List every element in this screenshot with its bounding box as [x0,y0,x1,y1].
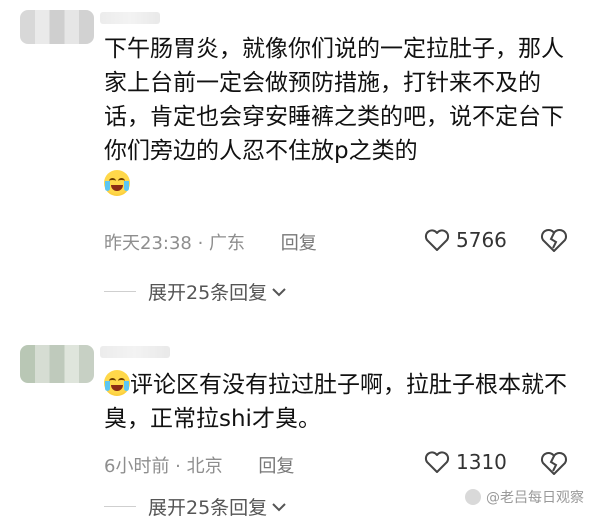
expand-replies-label: 展开25条回复 [148,497,268,519]
reply-button[interactable]: 回复 [258,456,294,477]
comment-body: 评论区有没有拉过肚子啊，拉肚子根本就不臭，正常拉shi才臭。 [104,372,567,432]
comment-meta: 6小时前 · 北京 回复 [104,452,294,478]
heart-icon [424,451,450,473]
avatar[interactable] [20,10,94,44]
username-blurred[interactable] [100,346,170,358]
expand-replies-label: 展开25条回复 [148,282,268,304]
broken-heart-icon[interactable] [540,228,568,254]
watermark-logo-icon [465,489,481,505]
comment-body: 下午肠胃炎，就像你们说的一定拉肚子，那人家上台前一定会做预防措施，打针来不及的话… [104,36,564,164]
like-button[interactable]: 5766 [424,228,507,252]
broken-heart-icon[interactable] [540,451,568,477]
chevron-down-icon [272,287,286,296]
divider-line [104,506,136,507]
heart-icon [424,229,450,251]
reply-button[interactable]: 回复 [281,233,317,254]
like-count: 1310 [456,450,507,474]
avatar[interactable] [20,345,94,383]
time-location: 昨天23:38 · 广东 [104,233,246,254]
username-blurred[interactable] [100,12,160,24]
like-button[interactable]: 1310 [424,450,507,474]
laughing-tears-emoji [104,170,130,196]
expand-replies-button[interactable]: 展开25条回复 [104,278,287,305]
watermark-text: @老吕每日观察 [486,490,584,506]
comment-text: 评论区有没有拉过肚子啊，拉肚子根本就不臭，正常拉shi才臭。 [104,368,572,436]
time-location: 6小时前 · 北京 [104,456,223,477]
laughing-tears-emoji [104,370,130,396]
comment-meta: 昨天23:38 · 广东 回复 [104,229,317,255]
comment-text: 下午肠胃炎，就像你们说的一定拉肚子，那人家上台前一定会做预防措施，打针来不及的话… [104,32,572,202]
expand-replies-button[interactable]: 展开25条回复 [104,493,287,520]
like-count: 5766 [456,228,507,252]
divider-line [104,291,136,292]
watermark: @老吕每日观察 [465,487,584,507]
